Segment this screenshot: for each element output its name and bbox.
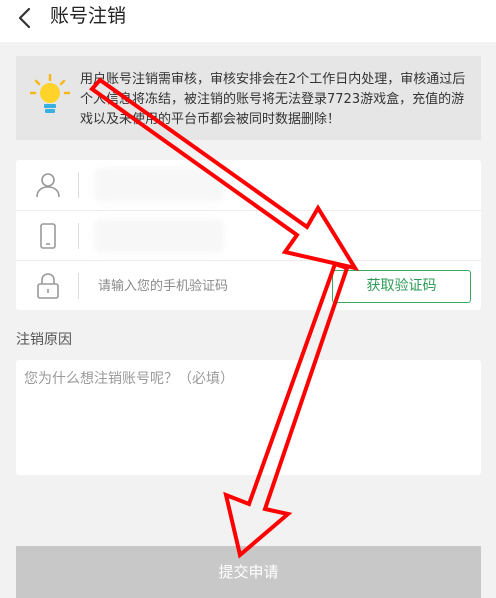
account-row	[16, 160, 481, 210]
account-value-redacted	[94, 168, 224, 202]
verification-code-input[interactable]	[98, 274, 318, 298]
submit-button[interactable]: 提交申请	[16, 546, 481, 598]
lightbulb-icon	[30, 74, 70, 113]
notice-text: 用户账号注销需审核，审核安排会在2个工作日内处理，审核通过后个人信息将冻结，被注…	[80, 72, 466, 127]
phone-icon	[40, 223, 56, 249]
reason-box	[16, 360, 481, 475]
get-code-button[interactable]: 获取验证码	[332, 270, 471, 303]
phone-value-redacted	[94, 219, 224, 253]
reason-label: 注销原因	[16, 332, 72, 348]
page-title: 账号注销	[50, 5, 127, 27]
row-divider	[78, 223, 79, 249]
chevron-left-icon[interactable]	[14, 6, 38, 30]
row-divider	[78, 172, 79, 198]
account-form: 获取验证码	[16, 160, 481, 310]
phone-row	[16, 210, 481, 260]
user-icon	[36, 173, 60, 198]
verification-row: 获取验证码	[16, 260, 481, 310]
header-bar: 账号注销	[0, 0, 496, 42]
reason-textarea[interactable]	[24, 368, 472, 466]
notice-box: 用户账号注销需审核，审核安排会在2个工作日内处理，审核通过后个人信息将冻结，被注…	[16, 56, 481, 140]
lock-icon	[37, 273, 59, 299]
row-divider	[78, 273, 79, 299]
